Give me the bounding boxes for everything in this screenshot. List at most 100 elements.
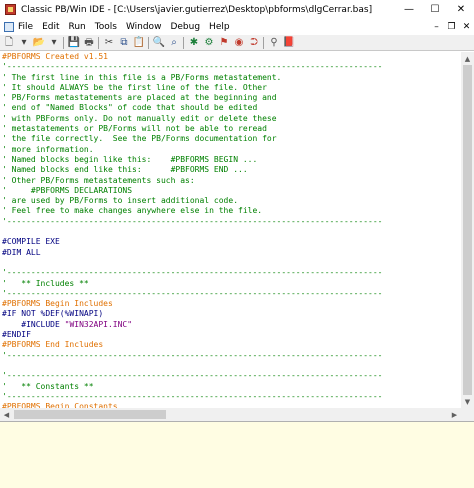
code-text: ' metastatements or PB/Forms will not be…	[2, 124, 267, 134]
code-text: '---------------------------------------…	[2, 350, 383, 360]
dropdown-arrow-icon[interactable]: ▾	[48, 37, 60, 49]
code-line: ' more information.	[0, 145, 461, 155]
code-line: ' metastatements or PB/Forms will not be…	[0, 124, 461, 134]
bookmark-icon[interactable]: ⚲	[268, 37, 280, 49]
debug-icon[interactable]: ⚑	[218, 37, 230, 49]
find-icon[interactable]: 🔍	[153, 37, 165, 49]
minimize-button[interactable]: —	[396, 0, 422, 19]
code-text: ' more information.	[2, 144, 94, 154]
open-folder-icon[interactable]: 📂	[33, 37, 45, 49]
menu-tools[interactable]: Tools	[95, 22, 117, 32]
code-text: #IF NOT %DEF(%WINAPI)	[2, 309, 104, 319]
code-line: '---------------------------------------…	[0, 217, 461, 227]
code-text: #COMPILE EXE	[2, 237, 60, 247]
code-text: '---------------------------------------…	[2, 288, 383, 298]
code-line: ' the file correctly. See the PB/Forms d…	[0, 134, 461, 144]
toolbar-separator	[263, 36, 264, 49]
string-literal: "WIN32API.INC"	[64, 319, 133, 329]
code-line: ' It should ALWAYS be the first line of …	[0, 83, 461, 93]
code-text: '---------------------------------------…	[2, 371, 383, 381]
code-line: '---------------------------------------…	[0, 371, 461, 381]
code-text: ' Named blocks end like this: #PBFORMS E…	[2, 165, 248, 175]
code-text: ' the file correctly. See the PB/Forms d…	[2, 134, 277, 144]
code-text: ' are used by PB/Forms to insert additio…	[2, 196, 239, 206]
code-line: ' Named blocks begin like this: #PBFORMS…	[0, 155, 461, 165]
close-button[interactable]: ✕	[448, 0, 474, 19]
scroll-left-arrow-icon[interactable]: ◀	[0, 408, 13, 421]
menu-window[interactable]: Window	[126, 22, 162, 32]
code-line: ' Feel free to make changes anywhere els…	[0, 206, 461, 216]
code-line: #PBFORMS Begin Includes	[0, 299, 461, 309]
menu-debug[interactable]: Debug	[170, 22, 200, 32]
code-line: ' PB/Forms metastatements are placed at …	[0, 93, 461, 103]
code-line: ' The first line in this file is a PB/Fo…	[0, 73, 461, 83]
vertical-scroll-thumb[interactable]	[463, 65, 472, 395]
copy-icon[interactable]: ⧉	[118, 37, 130, 49]
menu-help[interactable]: Help	[209, 22, 230, 32]
scroll-up-arrow-icon[interactable]: ▲	[461, 52, 474, 65]
document-close-button[interactable]: ✕	[459, 22, 474, 32]
code-text: #PBFORMS Created v1.51	[2, 52, 108, 61]
code-text: '---------------------------------------…	[2, 391, 383, 401]
scroll-right-arrow-icon[interactable]: ▶	[448, 408, 461, 421]
code-text: ' The first line in this file is a PB/Fo…	[2, 72, 282, 82]
toolbar: 🗋 ▾ 📂 ▾ 💾 🖶 ✂ ⧉ 📋 🔍 ⌕ ✱ ⚙ ⚑ ◉ ⮊ ⚲ 📕	[0, 34, 474, 51]
menu-run[interactable]: Run	[69, 22, 86, 32]
code-line: '---------------------------------------…	[0, 268, 461, 278]
code-line: ' #PBFORMS DECLARATIONS	[0, 186, 461, 196]
compile-run-icon[interactable]: ⚙	[203, 37, 215, 49]
title-bar[interactable]: Classic PB/Win IDE - [C:\Users\javier.gu…	[0, 0, 474, 19]
code-line: ' Other PB/Forms metastatements such as:	[0, 176, 461, 186]
maximize-button[interactable]: ☐	[422, 0, 448, 19]
code-line: #INCLUDE "WIN32API.INC"	[0, 320, 461, 330]
vertical-scrollbar[interactable]: ▲ ▼	[461, 52, 474, 408]
code-line: '---------------------------------------…	[0, 392, 461, 402]
code-text: ' PB/Forms metastatements are placed at …	[2, 93, 277, 103]
code-text: '---------------------------------------…	[2, 62, 383, 72]
document-restore-button[interactable]: ❐	[444, 22, 459, 32]
app-icon[interactable]	[5, 4, 16, 15]
paste-icon[interactable]: 📋	[133, 37, 145, 49]
toolbar-separator	[98, 36, 99, 49]
code-line: #COMPILE EXE	[0, 237, 461, 247]
code-text: #DIM ALL	[2, 247, 41, 257]
compile-icon[interactable]: ✱	[188, 37, 200, 49]
cut-icon[interactable]: ✂	[103, 37, 115, 49]
horizontal-scroll-thumb[interactable]	[14, 410, 166, 419]
code-line: '---------------------------------------…	[0, 289, 461, 299]
dropdown-arrow-icon[interactable]: ▾	[18, 37, 30, 49]
code-line: ' end of "Named Blocks" of code that sho…	[0, 103, 461, 113]
output-pane[interactable]	[0, 421, 474, 488]
code-line: ' Named blocks end like this: #PBFORMS E…	[0, 165, 461, 175]
toolbar-separator	[183, 36, 184, 49]
scroll-down-arrow-icon[interactable]: ▼	[461, 395, 474, 408]
code-line: ' ** Constants **	[0, 382, 461, 392]
code-line: #PBFORMS End Includes	[0, 340, 461, 350]
code-text: '---------------------------------------…	[2, 268, 383, 278]
menu-file[interactable]: File	[18, 22, 33, 32]
new-file-icon[interactable]: 🗋	[3, 37, 15, 49]
code-line: ' with PBForms only. Do not manually edi…	[0, 114, 461, 124]
code-editor[interactable]: #PBFORMS Created v1.51 '-----------------…	[0, 52, 461, 408]
code-text: ' end of "Named Blocks" of code that sho…	[2, 103, 258, 113]
find-next-icon[interactable]: ⌕	[168, 37, 180, 49]
print-icon[interactable]: 🖶	[83, 37, 95, 49]
code-text: ' #PBFORMS DECLARATIONS	[2, 185, 133, 195]
code-line: '---------------------------------------…	[0, 62, 461, 72]
document-icon[interactable]	[4, 21, 14, 32]
code-line: #DIM ALL	[0, 248, 461, 258]
stop-icon[interactable]: ◉	[233, 37, 245, 49]
code-text: #PBFORMS End Includes	[2, 340, 104, 350]
code-line: #PBFORMS Created v1.51	[0, 52, 461, 62]
code-line: '---------------------------------------…	[0, 351, 461, 361]
save-icon[interactable]: 💾	[68, 37, 80, 49]
code-text: ' ** Includes **	[2, 278, 89, 288]
menu-edit[interactable]: Edit	[42, 22, 59, 32]
horizontal-scrollbar[interactable]: ◀ ▶	[0, 408, 461, 421]
help-book-icon[interactable]: 📕	[283, 37, 295, 49]
document-minimize-button[interactable]: –	[429, 22, 444, 32]
run-icon[interactable]: ⮊	[248, 37, 260, 49]
code-text: ' Named blocks begin like this: #PBFORMS…	[2, 154, 258, 164]
